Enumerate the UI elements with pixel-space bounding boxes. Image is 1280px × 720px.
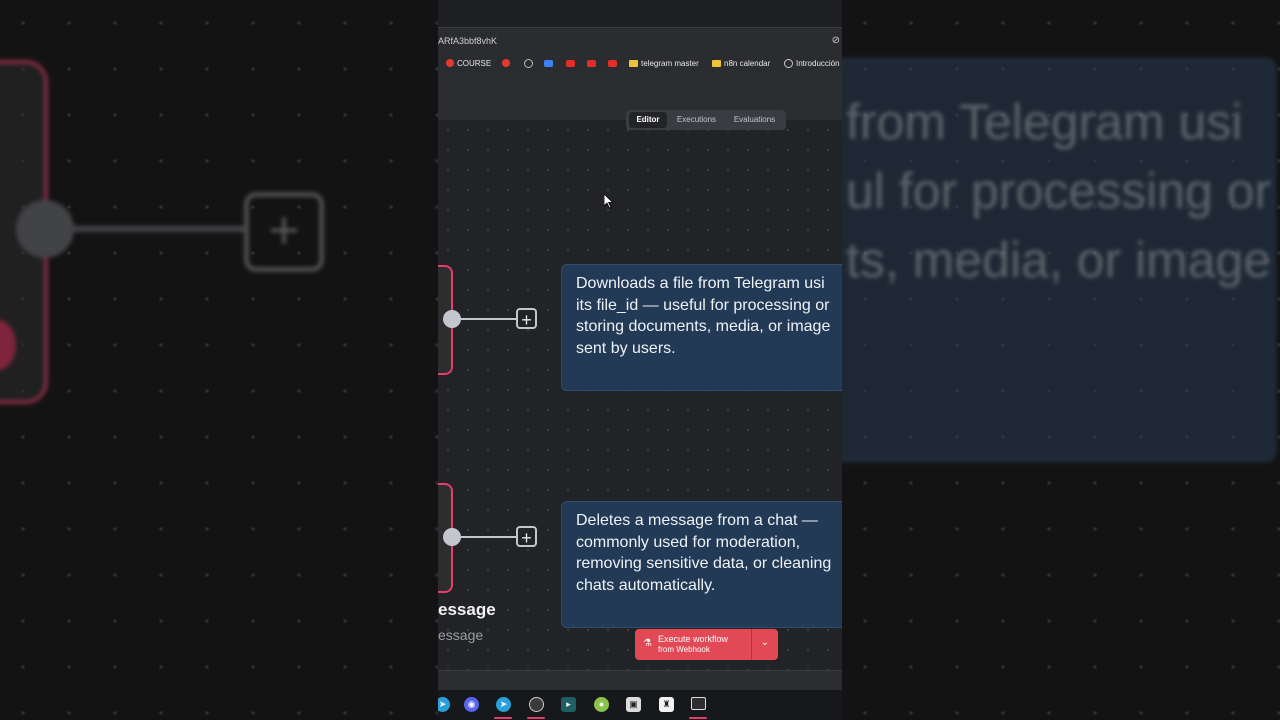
- active-app-indicator: [689, 717, 707, 719]
- screen-recording-frame: ARfA3bbf8vhK ⊘ COURSE telegram master n8…: [438, 0, 842, 720]
- workflow-canvas[interactable]: + Downloads a file from Telegram usi its…: [438, 120, 842, 670]
- bookmark-icon-only[interactable]: [502, 57, 510, 69]
- editor-footer: [438, 670, 842, 691]
- app-icon: [544, 59, 553, 67]
- globe-icon: [524, 58, 533, 68]
- bookmark-icon-only[interactable]: [608, 57, 617, 69]
- url-text: ARfA3bbf8vhK: [438, 36, 498, 46]
- execute-sublabel: from Webhook: [658, 645, 710, 654]
- output-handle[interactable]: [443, 310, 461, 328]
- blurred-note-text: from Telegram usi ul for processing or t…: [846, 88, 1271, 295]
- note-line: storing documents, media, or image: [576, 318, 831, 336]
- obs-icon[interactable]: [529, 697, 544, 712]
- youtube-icon: [608, 59, 617, 67]
- discord-icon[interactable]: ◉: [464, 697, 479, 712]
- note-line: removing sensitive data, or cleaning: [576, 555, 832, 573]
- folder-icon: [712, 59, 721, 67]
- background-right-blur: from Telegram usi ul for processing or t…: [842, 0, 1280, 720]
- add-node-plus-icon[interactable]: +: [516, 308, 537, 330]
- address-bar[interactable]: ARfA3bbf8vhK ⊘: [438, 27, 842, 53]
- connection-line: [456, 318, 516, 320]
- bookmark-telegram-master[interactable]: telegram master: [629, 57, 699, 69]
- background-left-blur: +: [0, 0, 438, 720]
- android-icon[interactable]: ●: [594, 697, 609, 712]
- blurred-handle: [16, 200, 74, 258]
- bookmark-n8n-calendar[interactable]: n8n calendar: [712, 57, 770, 69]
- blurred-plus-icon: +: [244, 192, 324, 272]
- taskbar: ➤ ◉ ➤ ▸ ● ▣ ♜: [438, 690, 842, 720]
- window-top-bar: [438, 0, 842, 27]
- output-handle[interactable]: [443, 528, 461, 546]
- mouse-cursor-icon: [604, 194, 614, 209]
- bookmark-icon-only[interactable]: [566, 57, 575, 69]
- bookmark-icon-only[interactable]: [524, 57, 533, 69]
- node-title: essage: [438, 600, 496, 619]
- blurred-edge: [70, 226, 245, 232]
- bookmark-icon-only[interactable]: [587, 57, 596, 69]
- bookmark-label: Introducción: [796, 58, 840, 68]
- bookmark-introduccion[interactable]: Introducción: [784, 57, 840, 69]
- flask-icon: ⚗: [643, 638, 652, 649]
- bookmark-course[interactable]: COURSE: [446, 57, 491, 69]
- note-line: Deletes a message from a chat —: [576, 512, 818, 529]
- blurred-line: ul for processing or: [846, 163, 1272, 219]
- node-subtitle: essage: [438, 627, 484, 643]
- active-app-indicator: [527, 717, 545, 719]
- bookmark-label: n8n calendar: [724, 58, 771, 68]
- telegram-icon[interactable]: ➤: [438, 697, 450, 712]
- tab-evaluations[interactable]: Evaluations: [726, 112, 783, 128]
- tab-executions[interactable]: Executions: [669, 112, 724, 128]
- folder-icon: [629, 59, 638, 67]
- add-node-plus-icon[interactable]: +: [516, 526, 537, 548]
- blurred-line: from Telegram usi: [846, 94, 1243, 150]
- app-icon[interactable]: ♜: [659, 697, 674, 712]
- execute-label: Execute workflow: [658, 634, 729, 644]
- tab-editor[interactable]: Editor: [629, 112, 667, 128]
- active-app-indicator: [494, 717, 512, 719]
- globe-icon: [784, 58, 793, 68]
- telegram-icon[interactable]: ➤: [496, 697, 511, 712]
- editor-tab-switcher: Editor Executions Evaluations: [626, 110, 786, 130]
- note-line: sent by users.: [576, 340, 676, 358]
- screenshot-icon[interactable]: ▣: [626, 697, 641, 712]
- note-line: its file_id — useful for processing or: [576, 296, 830, 314]
- fire-icon: [446, 59, 454, 67]
- sticky-note[interactable]: Downloads a file from Telegram usi its f…: [561, 264, 842, 391]
- execute-workflow-button[interactable]: ⚗ Execute workflow from Webhook ⌄: [635, 629, 778, 660]
- sticky-note[interactable]: Deletes a message from a chat — commonly…: [561, 501, 842, 628]
- youtube-icon: [566, 59, 575, 67]
- youtube-icon: [587, 59, 596, 67]
- connection-line: [456, 536, 516, 538]
- blurred-line: ts, media, or image: [846, 232, 1272, 288]
- bookmark-label: COURSE: [457, 58, 492, 68]
- note-line: chats automatically.: [576, 577, 716, 595]
- fire-icon: [502, 59, 510, 67]
- bookmark-label: telegram master: [641, 58, 699, 68]
- terminal-icon[interactable]: [691, 697, 706, 710]
- button-divider: [751, 629, 752, 660]
- note-line: Downloads a file from Telegram usi: [576, 275, 825, 292]
- eye-off-icon[interactable]: ⊘: [832, 35, 840, 46]
- bookmarks-bar: COURSE telegram master n8n calendar Intr…: [438, 52, 842, 74]
- note-line: commonly used for moderation,: [576, 533, 801, 551]
- chevron-down-icon[interactable]: ⌄: [755, 637, 775, 648]
- bookmark-icon-only[interactable]: [544, 57, 553, 69]
- app-icon[interactable]: ▸: [561, 697, 576, 712]
